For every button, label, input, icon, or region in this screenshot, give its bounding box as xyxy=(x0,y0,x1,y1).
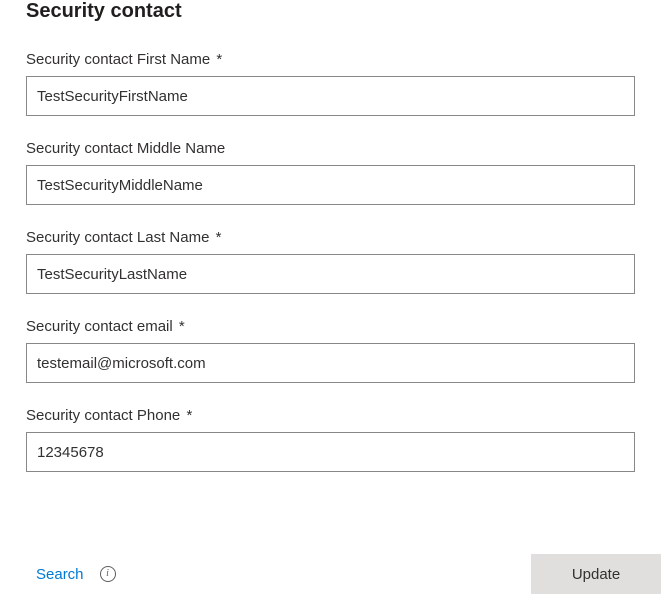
middle-name-label: Security contact Middle Name xyxy=(26,140,635,157)
last-name-label-text: Security contact Last Name xyxy=(26,229,209,246)
required-asterisk: * xyxy=(216,51,222,68)
last-name-label: Security contact Last Name * xyxy=(26,229,635,246)
middle-name-input[interactable] xyxy=(26,165,635,205)
required-asterisk: * xyxy=(179,318,185,335)
footer-left: Search i xyxy=(36,566,116,583)
required-asterisk: * xyxy=(186,407,192,424)
form-field-middle-name: Security contact Middle Name xyxy=(26,140,635,205)
section-title: Security contact xyxy=(26,0,635,23)
form-field-phone: Security contact Phone * xyxy=(26,407,635,472)
last-name-input[interactable] xyxy=(26,254,635,294)
email-label: Security contact email * xyxy=(26,318,635,335)
email-input[interactable] xyxy=(26,343,635,383)
update-button[interactable]: Update xyxy=(531,554,661,594)
form-field-last-name: Security contact Last Name * xyxy=(26,229,635,294)
first-name-label-text: Security contact First Name xyxy=(26,51,210,68)
info-icon[interactable]: i xyxy=(100,566,116,582)
required-asterisk: * xyxy=(216,229,222,246)
phone-label-text: Security contact Phone xyxy=(26,407,180,424)
search-link[interactable]: Search xyxy=(36,566,84,583)
middle-name-label-text: Security contact Middle Name xyxy=(26,140,225,157)
form-field-email: Security contact email * xyxy=(26,318,635,383)
email-label-text: Security contact email xyxy=(26,318,173,335)
first-name-input[interactable] xyxy=(26,76,635,116)
footer-bar: Search i Update xyxy=(0,554,661,594)
phone-input[interactable] xyxy=(26,432,635,472)
phone-label: Security contact Phone * xyxy=(26,407,635,424)
form-field-first-name: Security contact First Name * xyxy=(26,51,635,116)
first-name-label: Security contact First Name * xyxy=(26,51,635,68)
